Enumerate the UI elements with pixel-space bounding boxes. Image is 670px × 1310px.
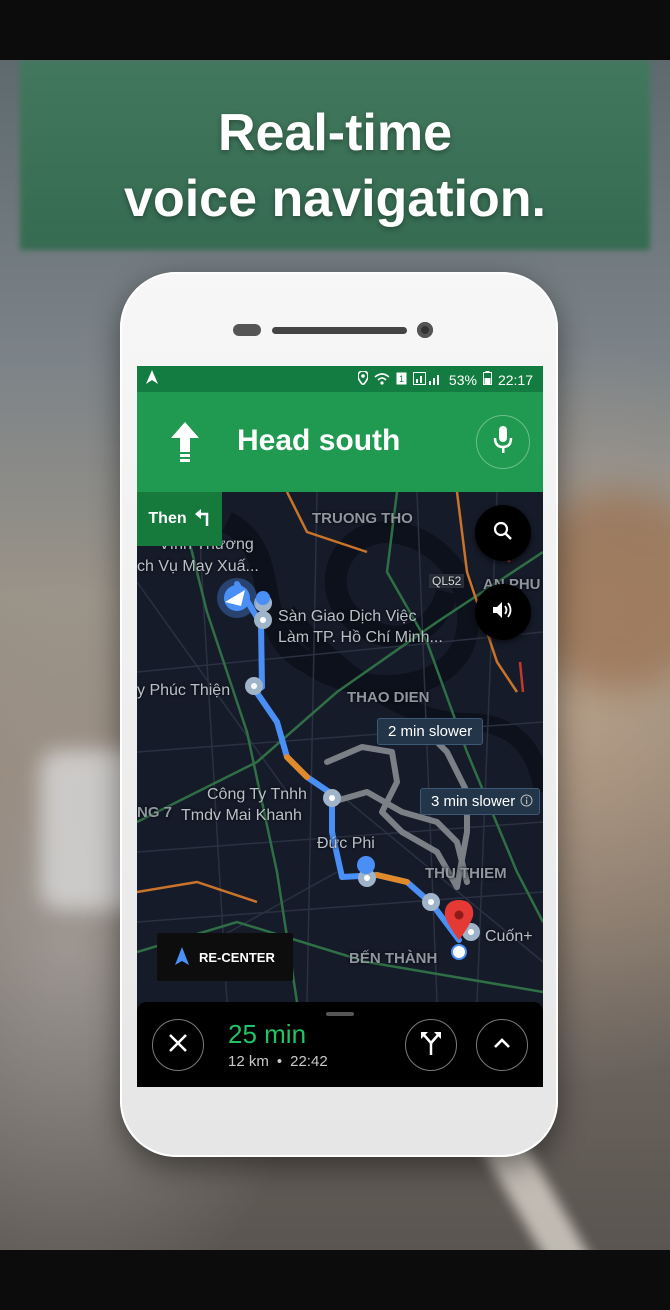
alternate-routes-button[interactable] <box>405 1019 457 1071</box>
phone-screen: 1 53% 22:17 Head south TRUONG THO Thương… <box>137 366 543 1087</box>
promo-line-1: Real-time <box>217 104 453 162</box>
alt-route-chip-2-label: 3 min slower <box>431 793 516 810</box>
wifi-icon <box>374 372 390 388</box>
recenter-button[interactable]: RE-CENTER <box>157 933 293 981</box>
eta-duration: 25 min <box>228 1019 307 1049</box>
sim-icon: 1 <box>396 372 407 388</box>
navigation-status-icon <box>146 370 158 387</box>
location-icon <box>357 370 369 388</box>
expand-button[interactable] <box>476 1019 528 1071</box>
clock: 22:17 <box>497 371 533 388</box>
chevron-up-icon <box>493 1036 511 1054</box>
map-label-ql52: QL52 <box>429 574 465 588</box>
recenter-label: RE-CENTER <box>199 949 275 965</box>
info-icon <box>520 794 533 811</box>
then-turn-hint: Then <box>137 492 222 546</box>
battery-icon <box>482 371 492 388</box>
trip-panel: 25 min 12 km • 22:42 <box>137 1002 543 1087</box>
map-label-thao-dien: THAO DIEN <box>347 689 430 706</box>
map-label-san-giao-1: Sàn Giao Dịch Việc <box>278 608 417 625</box>
voice-button[interactable] <box>476 415 530 469</box>
phone-sensor <box>233 324 261 336</box>
signal-icon <box>412 371 443 388</box>
close-icon <box>168 1033 188 1058</box>
exit-navigation-button[interactable] <box>152 1019 204 1071</box>
search-icon <box>493 521 513 546</box>
map-label-duc-phi: Đức Phi <box>317 835 375 852</box>
route-fork-icon <box>420 1031 442 1060</box>
status-bar: 1 53% 22:17 <box>137 366 543 392</box>
map-label-truong-tho: TRUONG THO <box>312 510 413 527</box>
drag-handle[interactable] <box>326 1012 354 1016</box>
trip-details: 12 km • 22:42 <box>228 1053 328 1070</box>
map-label-phuc-thien: y Phúc Thiện <box>137 682 231 699</box>
trip-distance: 12 km <box>228 1053 269 1070</box>
phone-camera <box>417 322 433 338</box>
phone-speaker <box>272 327 407 334</box>
map-label-cuon: Cuốn+ <box>485 928 533 945</box>
map-label-vu-may: ch Vụ May Xuấ... <box>137 558 259 575</box>
search-button[interactable] <box>475 505 531 561</box>
alt-route-chip-1[interactable]: 2 min slower <box>377 718 484 745</box>
promo-headline: Real-time voice navigation. <box>0 100 670 232</box>
microphone-icon <box>493 425 513 459</box>
navigation-header: Head south <box>137 392 543 492</box>
instruction-text: Head south <box>237 424 401 457</box>
navigation-arrow-icon <box>175 946 189 968</box>
then-label: Then <box>148 510 187 527</box>
map-label-ben-thanh: BẾN THÀNH <box>349 950 438 967</box>
map-label-thu-thiem: THU THIEM <box>425 865 507 882</box>
map-label-ng7: NG 7 <box>137 804 173 821</box>
map-label-cong-ty-1: Công Ty Tnhh <box>207 786 307 803</box>
sound-button[interactable] <box>475 584 531 640</box>
battery-percent: 53% <box>448 371 477 388</box>
volume-icon <box>492 601 514 624</box>
arrival-time: 22:42 <box>290 1053 328 1070</box>
promo-line-2: voice navigation. <box>124 170 546 228</box>
map-label-cong-ty-2: Tmdv Mai Khanh <box>181 807 302 824</box>
straight-arrow-icon <box>171 422 199 467</box>
alt-route-chip-2[interactable]: 3 min slower <box>420 788 541 815</box>
trip-separator: • <box>276 1053 283 1070</box>
svg-text:1: 1 <box>399 374 404 384</box>
map-label-san-giao-2: Làm TP. Hồ Chí Minh... <box>278 629 443 646</box>
turn-left-icon <box>194 508 211 531</box>
